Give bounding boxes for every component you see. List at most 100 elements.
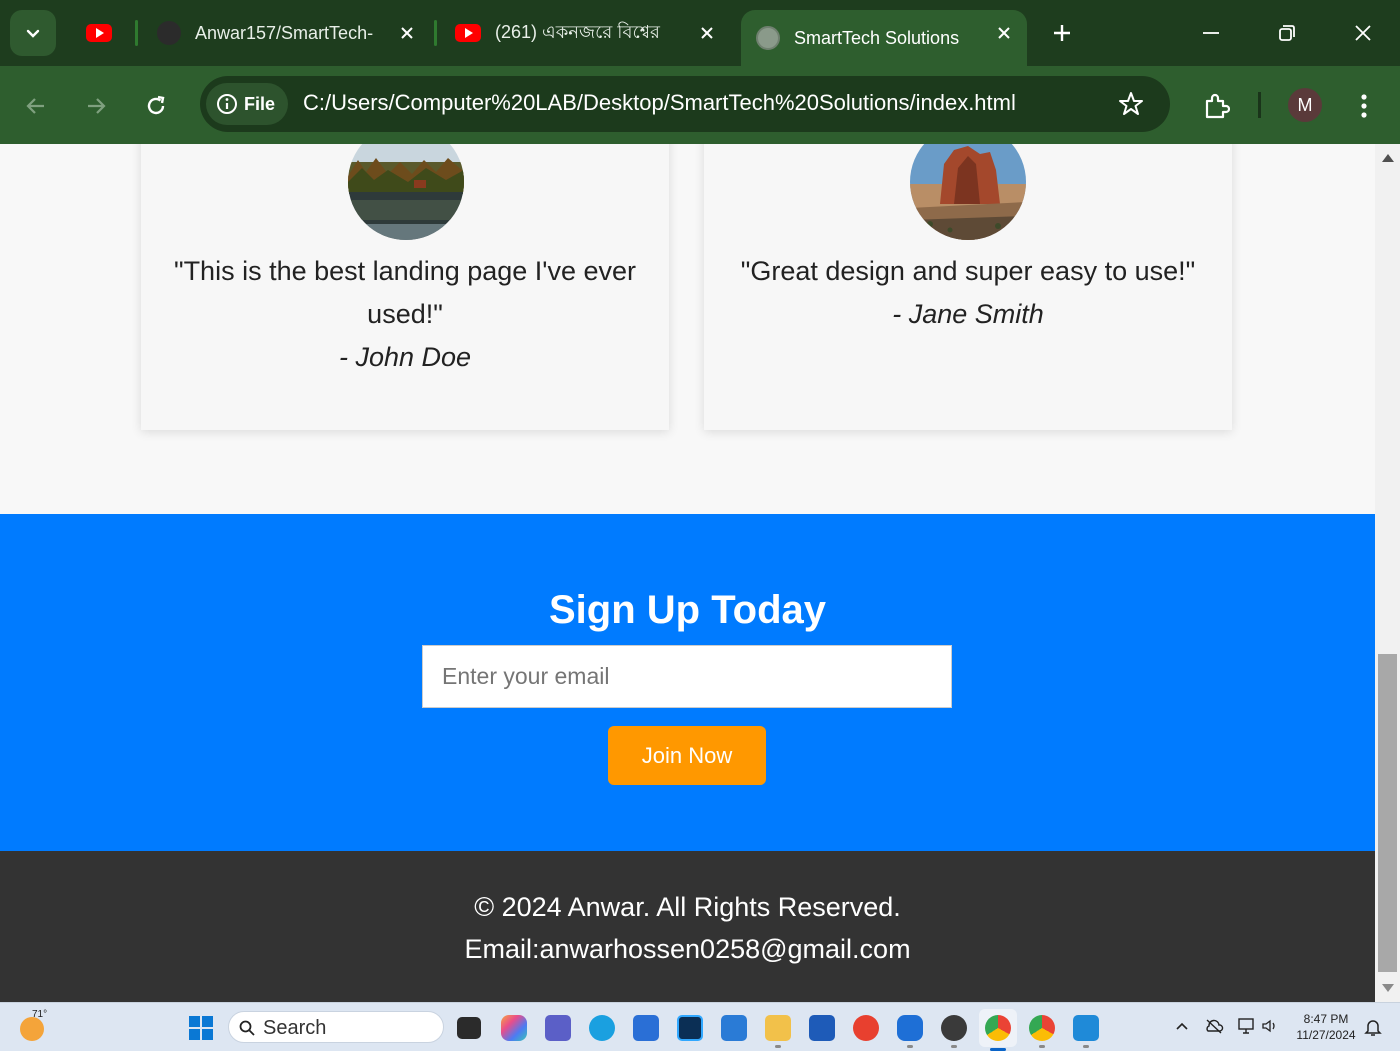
puzzle-icon <box>1205 93 1230 119</box>
file-explorer-icon[interactable] <box>765 1015 791 1041</box>
testimonial-text: "Great design and super easy to use!" - … <box>728 250 1208 336</box>
testimonial-photo-canyon <box>910 144 1026 240</box>
copilot-icon[interactable] <box>501 1015 527 1041</box>
photoshop-icon[interactable] <box>677 1015 703 1041</box>
join-now-button[interactable]: Join Now <box>608 726 766 785</box>
windows-taskbar: 71° Search 8:47 PM 11/27/2024 <box>0 1002 1400 1051</box>
task-view-icon[interactable] <box>457 1017 481 1039</box>
taskbar-search[interactable]: Search <box>228 1011 444 1043</box>
page-scrollbar[interactable] <box>1375 144 1400 1002</box>
browser-menu-button[interactable] <box>1344 86 1384 126</box>
restore-button[interactable] <box>1267 14 1307 52</box>
clock-time: 8:47 PM <box>1303 1012 1349 1026</box>
scrollbar-thumb[interactable] <box>1378 654 1397 972</box>
new-tab-button[interactable] <box>1042 14 1082 52</box>
tab-youtube-video[interactable]: (261) একনজরে বিশ্বের <box>444 10 730 56</box>
bookmark-star-button[interactable] <box>1117 90 1145 118</box>
tab-title: Anwar157/SmartTech- <box>195 22 374 43</box>
page-footer: © 2024 Anwar. All Rights Reserved. Email… <box>0 851 1375 1002</box>
running-indicator <box>951 1045 957 1048</box>
more-vertical-icon <box>1361 94 1367 118</box>
close-tab-icon[interactable] <box>696 22 718 44</box>
signup-heading: Sign Up Today <box>548 588 827 632</box>
wps-office-icon[interactable] <box>853 1015 879 1041</box>
teams-icon[interactable] <box>545 1015 571 1041</box>
tab-github[interactable]: Anwar157/SmartTech- <box>145 10 430 56</box>
weather-widget[interactable]: 71° <box>18 1009 48 1041</box>
tab-separator <box>135 20 138 46</box>
url-text: C:/Users/Computer%20LAB/Desktop/SmartTec… <box>303 90 1016 115</box>
address-bar[interactable]: File C:/Users/Computer%20LAB/Desktop/Sma… <box>200 76 1170 132</box>
profile-avatar[interactable]: M <box>1288 88 1322 122</box>
tab-search-button[interactable] <box>10 10 56 56</box>
tab-youtube-pinned[interactable] <box>72 10 130 56</box>
search-icon <box>239 1020 255 1036</box>
info-icon <box>217 94 237 114</box>
email-input[interactable] <box>422 645 952 708</box>
youtube-icon <box>455 24 481 42</box>
reload-button[interactable] <box>136 86 176 126</box>
youtube-icon <box>86 24 112 42</box>
chrome-icon[interactable] <box>985 1015 1011 1041</box>
clock-date: 11/27/2024 <box>1296 1028 1356 1042</box>
chevron-down-icon <box>26 29 40 38</box>
scroll-up-arrow-icon[interactable] <box>1382 154 1394 162</box>
word-icon[interactable] <box>809 1015 835 1041</box>
running-indicator <box>1039 1045 1045 1048</box>
tab-separator <box>434 20 437 46</box>
notification-bell-icon[interactable] <box>1364 1017 1382 1037</box>
file-label: File <box>244 93 276 114</box>
start-button[interactable] <box>189 1016 213 1040</box>
vscode-icon[interactable] <box>1073 1015 1099 1041</box>
forward-button[interactable] <box>76 86 116 126</box>
chat-app-icon[interactable] <box>897 1015 923 1041</box>
scroll-down-arrow-icon[interactable] <box>1382 984 1394 992</box>
testimonial-photo-lake <box>348 144 464 240</box>
minimize-icon <box>1203 32 1219 34</box>
close-tab-icon[interactable] <box>993 22 1015 44</box>
close-window-button[interactable] <box>1343 14 1383 52</box>
tab-title: (261) একনজরে বিশ্বের <box>495 21 660 42</box>
windows-logo-icon <box>189 1016 200 1027</box>
onedrive-offline-icon[interactable] <box>1204 1017 1224 1035</box>
toolbar-divider <box>1258 92 1261 118</box>
running-indicator <box>775 1045 781 1048</box>
volume-icon[interactable] <box>1261 1018 1279 1034</box>
testimonial-author: - John Doe <box>338 342 472 372</box>
tab-title: SmartTech Solutions <box>794 27 960 48</box>
mail-icon[interactable] <box>721 1015 747 1041</box>
store-icon[interactable] <box>633 1015 659 1041</box>
plus-icon <box>1054 25 1070 41</box>
close-icon <box>1355 25 1371 41</box>
browser-toolbar: File C:/Users/Computer%20LAB/Desktop/Sma… <box>0 66 1400 144</box>
weather-temperature: 71° <box>32 1009 48 1020</box>
testimonial-author: - Jane Smith <box>892 299 1044 329</box>
arrow-right-icon <box>88 98 106 114</box>
github-icon <box>157 21 181 45</box>
back-button[interactable] <box>16 86 56 126</box>
app-icon-gauge[interactable] <box>941 1015 967 1041</box>
testimonial-card: "This is the best landing page I've ever… <box>141 144 669 430</box>
minimize-button[interactable] <box>1191 14 1231 52</box>
chevron-up-icon[interactable] <box>1175 1021 1189 1031</box>
testimonial-quote: "This is the best landing page I've ever… <box>173 256 636 329</box>
globe-icon <box>756 26 780 50</box>
chrome-profile-icon[interactable] <box>1029 1015 1055 1041</box>
taskbar-clock[interactable]: 8:47 PM 11/27/2024 <box>1294 1011 1358 1043</box>
footer-email: Email:anwarhossen0258@gmail.com <box>464 934 911 964</box>
weather-moon-icon <box>20 1017 44 1041</box>
page-viewport: "This is the best landing page I've ever… <box>0 144 1375 1002</box>
site-info-chip[interactable]: File <box>206 83 288 125</box>
edge-icon[interactable] <box>589 1015 615 1041</box>
restore-icon <box>1279 25 1295 41</box>
extensions-button[interactable] <box>1196 86 1236 126</box>
tab-smarttech-active[interactable]: SmartTech Solutions <box>741 10 1027 66</box>
testimonial-quote: "Great design and super easy to use!" <box>740 256 1196 286</box>
tab-strip: Anwar157/SmartTech- (261) একনজরে বিশ্বের… <box>0 0 1400 66</box>
testimonial-text: "This is the best landing page I've ever… <box>165 250 645 379</box>
running-indicator <box>1083 1045 1089 1048</box>
close-tab-icon[interactable] <box>396 22 418 44</box>
network-icon[interactable] <box>1237 1017 1257 1035</box>
reload-icon <box>147 95 165 115</box>
footer-copyright: © 2024 Anwar. All Rights Reserved. <box>474 892 901 922</box>
